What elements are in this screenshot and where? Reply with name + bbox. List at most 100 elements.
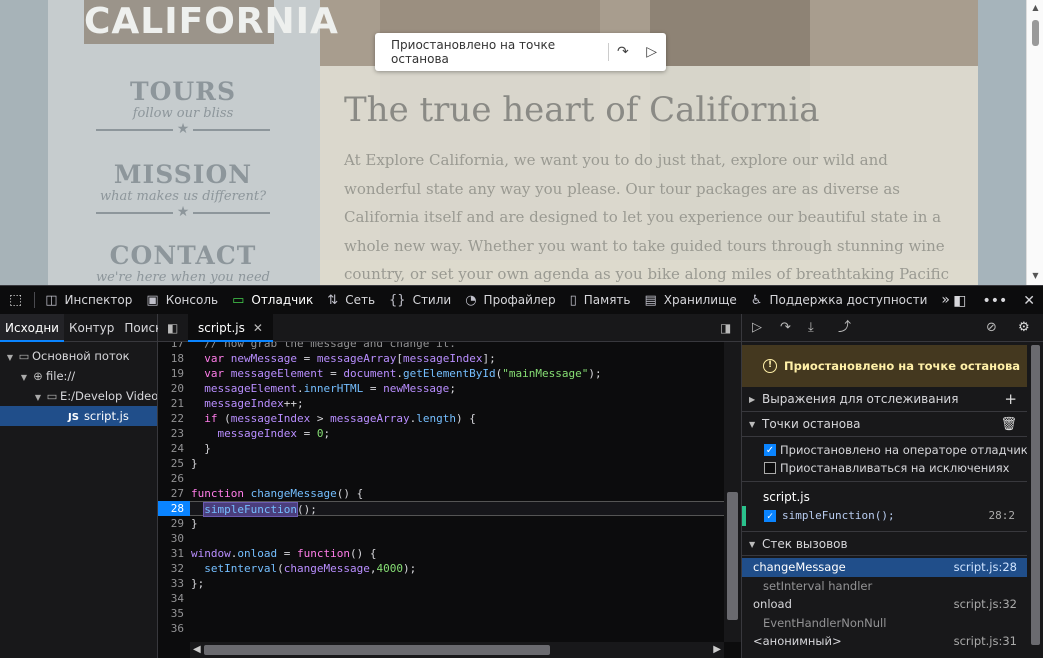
tab-profiler[interactable]: ◔ Профайлер xyxy=(458,286,562,315)
remove-breakpoints-icon[interactable]: 🗑 xyxy=(1000,412,1017,437)
pause-on-exceptions-option[interactable]: Приостанавливаться на исключениях xyxy=(742,459,1027,477)
line-number[interactable]: 31 xyxy=(158,546,190,561)
code-line[interactable]: messageElement.innerHTML = newMessage; xyxy=(190,381,724,396)
resume-icon[interactable]: ▷ xyxy=(752,314,762,342)
code-line[interactable]: var newMessage = messageArray[messageInd… xyxy=(190,351,724,366)
pause-on-debugger-option[interactable]: ✓ Приостановлено на операторе отладчика xyxy=(742,441,1027,459)
step-over-icon[interactable]: ↷ xyxy=(609,33,638,71)
line-number[interactable]: 23 xyxy=(158,426,190,441)
site-logo[interactable]: CALIFORNIA xyxy=(84,0,338,44)
line-number[interactable]: 17 xyxy=(158,342,190,351)
nav-item-tours[interactable]: TOURS follow our bliss ★ xyxy=(90,78,276,137)
checkbox-checked[interactable]: ✓ xyxy=(764,444,776,456)
tab-outline[interactable]: Контур xyxy=(64,314,119,342)
code-line[interactable]: messageIndex++; xyxy=(190,396,724,411)
editor-horizontal-scrollbar[interactable]: ◀ ▶ xyxy=(190,642,724,658)
tab-console[interactable]: ▣ Консоль xyxy=(139,286,225,315)
call-stack-frame[interactable]: <анонимный> script.js:31 xyxy=(742,632,1027,651)
line-number[interactable]: 33 xyxy=(158,576,190,591)
tree-item-folder[interactable]: ▼ ▭ E:/Develop Video xyxy=(0,386,157,406)
call-stack-header[interactable]: ▼ Стек вызовов xyxy=(742,531,1027,556)
code-line[interactable]: function changeMessage() { xyxy=(190,486,724,501)
settings-gear-icon[interactable]: ⚙ xyxy=(1018,314,1030,342)
code-line[interactable] xyxy=(190,606,724,621)
editor-vertical-scrollbar[interactable] xyxy=(724,342,741,642)
code-lines[interactable]: // now grab the message and change it. v… xyxy=(190,342,724,642)
scroll-left-icon[interactable]: ◀ xyxy=(193,642,201,658)
call-stack-frame[interactable]: onload script.js:32 xyxy=(742,595,1027,614)
close-icon[interactable]: ✕ xyxy=(253,321,263,335)
breakpoint-item[interactable]: ✓ simpleFunction(); 28:2 xyxy=(742,506,1027,526)
scrollbar-thumb[interactable] xyxy=(1031,345,1040,645)
tree-item-main-thread[interactable]: ▼ ▭ Основной поток xyxy=(0,346,157,366)
code-line[interactable]: var messageElement = document.getElement… xyxy=(190,366,724,381)
sidebar-scrollbar[interactable] xyxy=(1027,345,1043,658)
code-line[interactable] xyxy=(190,621,724,636)
tab-network[interactable]: ⇅ Сеть xyxy=(320,286,382,315)
line-number[interactable]: 30 xyxy=(158,531,190,546)
line-number[interactable]: 19 xyxy=(158,366,190,381)
scrollbar-thumb[interactable] xyxy=(204,645,550,655)
code-line[interactable] xyxy=(190,471,724,486)
step-out-icon[interactable]: ⤴ xyxy=(838,314,851,342)
code-line[interactable]: messageIndex = 0; xyxy=(190,426,724,441)
breakpoints-header[interactable]: ▼ Точки останова 🗑 xyxy=(742,412,1027,437)
checkbox-unchecked[interactable] xyxy=(764,462,776,474)
code-line[interactable] xyxy=(190,531,724,546)
tab-debugger[interactable]: ▭ Отладчик xyxy=(225,286,320,315)
tab-inspector[interactable]: ◫ Инспектор xyxy=(38,286,139,315)
line-number[interactable]: 24 xyxy=(158,441,190,456)
code-line[interactable]: window.onload = function() { xyxy=(190,546,724,561)
editor-tab-script[interactable]: script.js ✕ xyxy=(188,314,273,342)
line-number[interactable]: 26 xyxy=(158,471,190,486)
toggle-sidebar-icon[interactable]: ◧ xyxy=(167,314,178,342)
tab-accessibility[interactable]: ♿ Поддержка доступности xyxy=(744,286,935,315)
code-line[interactable]: // now grab the message and change it. xyxy=(190,342,724,351)
line-number[interactable]: 27 xyxy=(158,486,190,501)
close-devtools-button[interactable]: ✕ xyxy=(1015,286,1043,315)
code-line[interactable] xyxy=(190,591,724,606)
line-number[interactable]: 35 xyxy=(158,606,190,621)
tree-item-script[interactable]: JS script.js xyxy=(0,406,157,426)
resume-icon[interactable]: ▷ xyxy=(637,33,666,71)
deactivate-breakpoints-icon[interactable]: ⊘ xyxy=(986,314,997,342)
tab-storage[interactable]: ▤ Хранилище xyxy=(638,286,744,315)
breakpoint-line-number[interactable]: 28 xyxy=(158,501,190,516)
tab-style-editor[interactable]: {} Стили xyxy=(382,286,458,315)
code-line[interactable]: setInterval(changeMessage,4000); xyxy=(190,561,724,576)
step-in-icon[interactable]: ⤓ xyxy=(808,314,814,342)
line-number[interactable]: 25 xyxy=(158,456,190,471)
tab-sources[interactable]: Исходни xyxy=(0,313,64,342)
toggle-right-pane-icon[interactable]: ◨ xyxy=(720,314,731,342)
scroll-up-icon[interactable]: ▲ xyxy=(1027,3,1043,12)
line-number[interactable]: 29 xyxy=(158,516,190,531)
watch-expressions-header[interactable]: ▶ Выражения для отслеживания + xyxy=(742,387,1027,412)
scroll-down-icon[interactable]: ▼ xyxy=(1027,271,1043,280)
code-line[interactable]: } xyxy=(190,441,724,456)
line-number[interactable]: 22 xyxy=(158,411,190,426)
tree-item-file[interactable]: ▼ ⊕ file:// xyxy=(0,366,157,386)
dock-button[interactable]: ◧ xyxy=(945,286,974,315)
page-scrollbar[interactable]: ▲ ▼ xyxy=(1026,0,1043,285)
line-number[interactable]: 18 xyxy=(158,351,190,366)
line-number[interactable]: 32 xyxy=(158,561,190,576)
code-line[interactable]: if (messageIndex > messageArray.length) … xyxy=(190,411,724,426)
page-scrollbar-thumb[interactable] xyxy=(1032,20,1039,46)
step-over-icon[interactable]: ↷ xyxy=(780,314,791,342)
checkbox-checked[interactable]: ✓ xyxy=(764,510,776,522)
tab-memory[interactable]: ▯ Память xyxy=(563,286,638,315)
scroll-right-icon[interactable]: ▶ xyxy=(713,642,721,658)
call-stack-frame[interactable]: changeMessage script.js:28 xyxy=(742,558,1027,577)
code-line[interactable]: } xyxy=(190,516,724,531)
line-number[interactable]: 20 xyxy=(158,381,190,396)
nav-item-contact[interactable]: CONTACT we're here when you need us xyxy=(90,242,276,286)
code-line[interactable]: }; xyxy=(190,576,724,591)
add-watch-icon[interactable]: + xyxy=(1004,387,1017,412)
element-picker-button[interactable]: ⬚ xyxy=(0,286,31,315)
scrollbar-thumb[interactable] xyxy=(727,492,738,620)
nav-item-mission[interactable]: MISSION what makes us different? ★ xyxy=(90,161,276,220)
line-number[interactable]: 36 xyxy=(158,621,190,636)
options-button[interactable]: ••• xyxy=(974,286,1015,315)
paused-code-line[interactable]: simpleFunction(); xyxy=(190,501,724,517)
code-line[interactable]: } xyxy=(190,456,724,471)
